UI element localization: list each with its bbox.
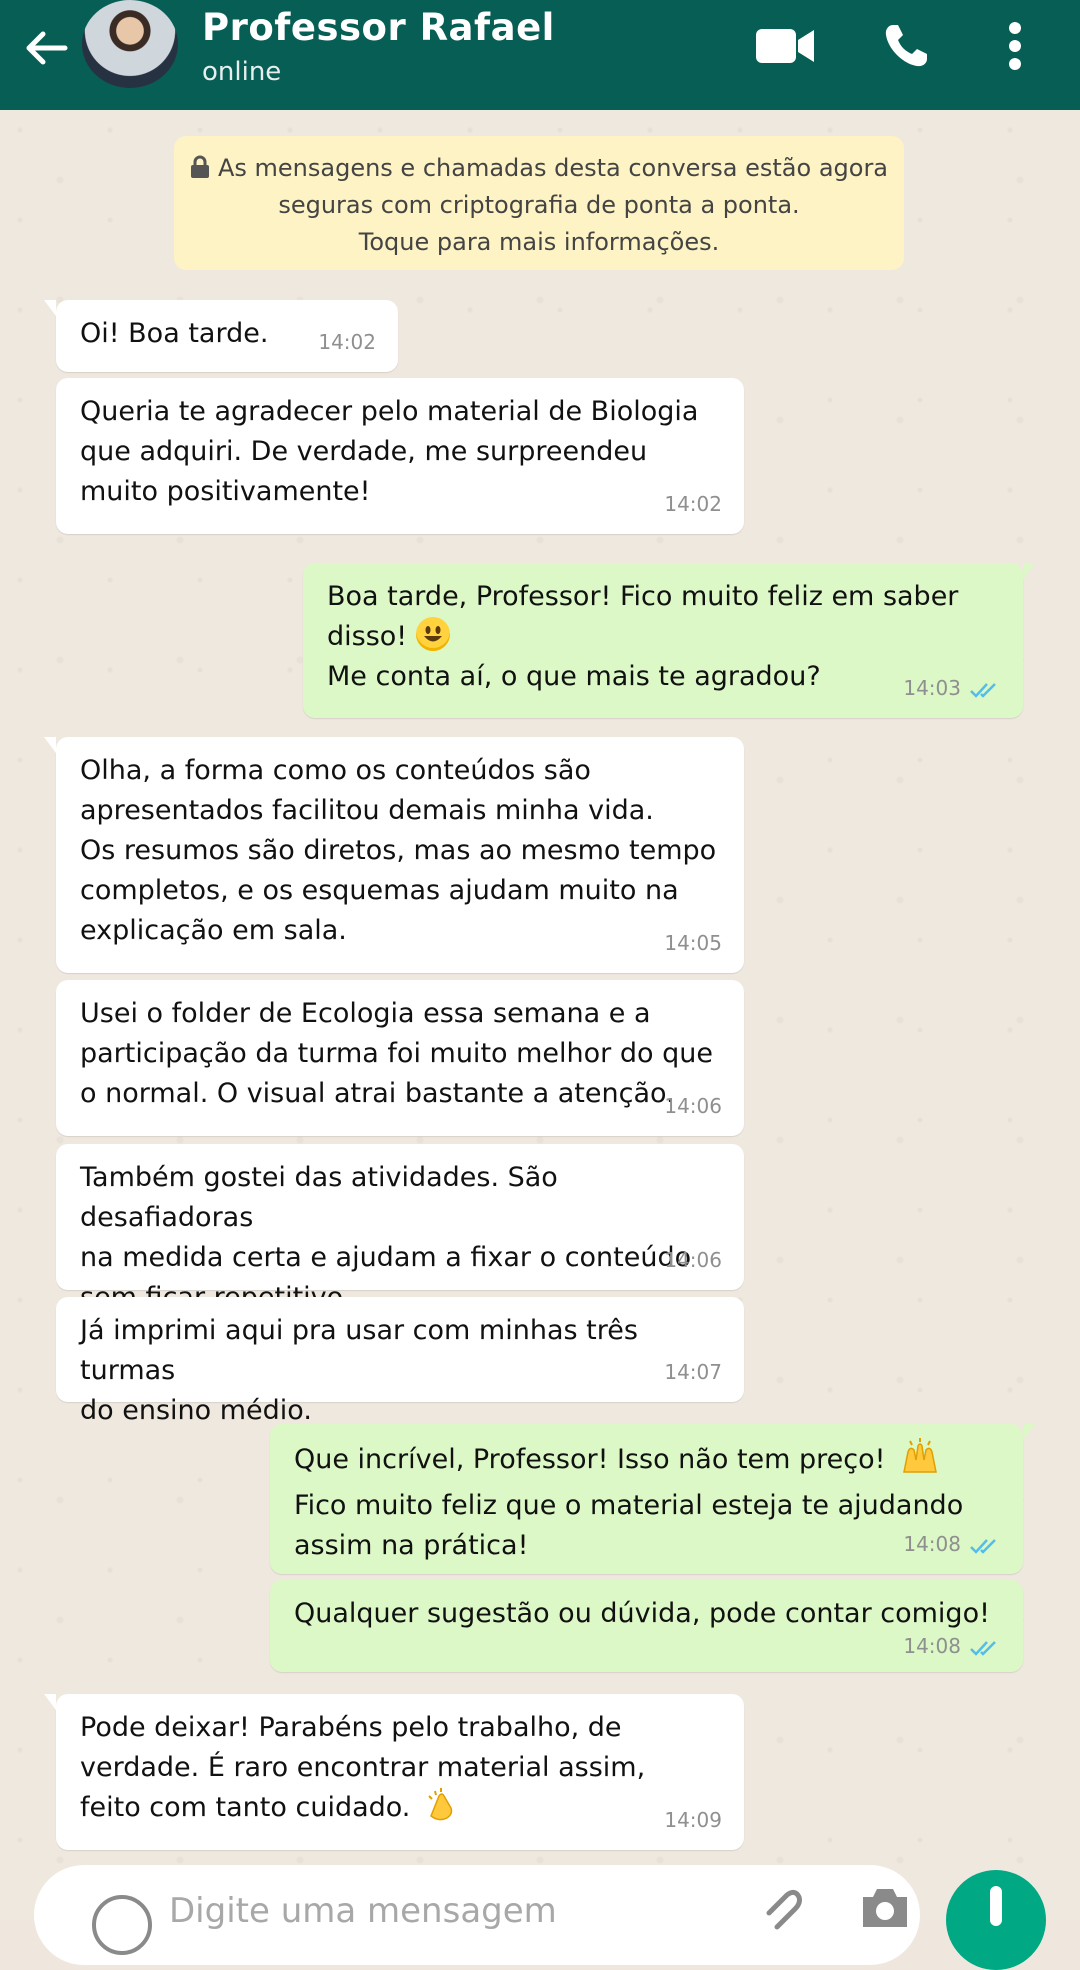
message-line: Que incrível, Professor! Isso não tem pr… bbox=[294, 1444, 886, 1475]
encryption-notice[interactable]: As mensagens e chamadas desta conversa e… bbox=[174, 136, 904, 270]
contact-name[interactable]: Professor Rafael bbox=[202, 6, 555, 49]
smiley-emoji-icon bbox=[415, 617, 450, 651]
notice-line-3: Toque para mais informações. bbox=[358, 228, 720, 256]
clapping-hands-emoji-icon bbox=[425, 1788, 459, 1834]
message-line: assim na prática! bbox=[294, 1530, 529, 1561]
message-time: 14:07 bbox=[664, 1360, 722, 1384]
message-line: Também gostei das atividades. São desafi… bbox=[80, 1162, 558, 1233]
avatar[interactable] bbox=[82, 0, 178, 88]
emoji-icon[interactable] bbox=[92, 1895, 152, 1955]
notice-line-1: As mensagens e chamadas desta conversa e… bbox=[217, 154, 889, 182]
chat-header: Professor Rafael online bbox=[0, 0, 1080, 110]
notice-line-2: seguras com criptografia de ponta a pont… bbox=[278, 191, 800, 219]
message-status: 14:08 bbox=[903, 1626, 1001, 1666]
more-vert-icon[interactable] bbox=[985, 16, 1045, 76]
message-incoming[interactable]: Queria te agradecer pelo material de Bio… bbox=[56, 378, 744, 534]
read-ticks-icon bbox=[970, 1640, 996, 1656]
message-time: 14:06 bbox=[664, 1248, 722, 1272]
read-ticks-icon bbox=[970, 682, 996, 698]
message-line: muito positivamente! bbox=[80, 476, 371, 507]
message-line: Usei o folder de Ecologia essa semana e … bbox=[80, 998, 651, 1029]
message-incoming[interactable]: Já imprimi aqui pra usar com minhas três… bbox=[56, 1297, 744, 1426]
message-incoming[interactable]: Também gostei das atividades. São desafi… bbox=[56, 1144, 744, 1313]
message-input[interactable]: Digite uma mensagem bbox=[34, 1865, 920, 1965]
message-time: 14:08 bbox=[903, 1634, 961, 1658]
message-line: o normal. O visual atrai bastante a aten… bbox=[80, 1078, 675, 1109]
message-line: Boa tarde, Professor! Fico muito feliz e… bbox=[327, 581, 959, 612]
message-line: na medida certa e ajudam a fixar o conte… bbox=[80, 1242, 692, 1273]
message-line: Pode deixar! Parabéns pelo trabalho, de bbox=[80, 1712, 622, 1743]
message-outgoing[interactable]: Que incrível, Professor! Isso não tem pr… bbox=[270, 1424, 1035, 1574]
message-time: 14:05 bbox=[664, 931, 722, 955]
message-status: 14:03 bbox=[903, 668, 1001, 708]
message-line: verdade. É raro encontrar material assim… bbox=[80, 1752, 646, 1783]
message-line: Qualquer sugestão ou dúvida, pode contar… bbox=[294, 1598, 990, 1629]
message-line: participação da turma foi muito melhor d… bbox=[80, 1038, 713, 1069]
attach-icon[interactable] bbox=[759, 1883, 803, 1947]
message-line: explicação em sala. bbox=[80, 915, 347, 946]
message-time: 14:09 bbox=[664, 1808, 722, 1832]
message-status: 14:08 bbox=[903, 1524, 1001, 1564]
message-line: que adquiri. De verdade, me surpreendeu bbox=[80, 436, 648, 467]
message-time: 14:03 bbox=[903, 676, 961, 700]
message-incoming[interactable]: Oi! Boa tarde. 14:02 bbox=[44, 300, 398, 372]
compose-bar: Digite uma mensagem bbox=[0, 1855, 1080, 1970]
message-time: 14:06 bbox=[664, 1094, 722, 1118]
message-line: completos, e os esquemas ajudam muito na bbox=[80, 875, 679, 906]
message-input-placeholder: Digite uma mensagem bbox=[169, 1891, 557, 1931]
message-time: 14:08 bbox=[903, 1532, 961, 1556]
back-arrow-icon[interactable] bbox=[18, 20, 74, 76]
read-ticks-icon bbox=[970, 1538, 996, 1554]
raised-hands-emoji-icon bbox=[900, 1438, 940, 1486]
camera-icon[interactable] bbox=[859, 1885, 911, 1933]
lock-icon bbox=[190, 155, 209, 178]
message-line: Os resumos são diretos, mas ao mesmo tem… bbox=[80, 835, 717, 866]
message-time: 14:02 bbox=[318, 330, 376, 354]
message-line: Fico muito feliz que o material esteja t… bbox=[294, 1490, 964, 1521]
video-call-icon[interactable] bbox=[755, 16, 815, 76]
message-incoming[interactable]: Pode deixar! Parabéns pelo trabalho, de … bbox=[44, 1694, 744, 1850]
message-incoming[interactable]: Usei o folder de Ecologia essa semana e … bbox=[56, 980, 744, 1136]
message-time: 14:02 bbox=[664, 492, 722, 516]
message-incoming[interactable]: Olha, a forma como os conteúdos são apre… bbox=[44, 737, 744, 973]
message-outgoing[interactable]: Boa tarde, Professor! Fico muito feliz e… bbox=[303, 563, 1035, 718]
message-outgoing[interactable]: Qualquer sugestão ou dúvida, pode contar… bbox=[270, 1580, 1023, 1672]
phone-icon[interactable] bbox=[876, 16, 936, 76]
mic-icon[interactable] bbox=[946, 1870, 1046, 1970]
message-line: Olha, a forma como os conteúdos são bbox=[80, 755, 591, 786]
message-line: apresentados facilitou demais minha vida… bbox=[80, 795, 654, 826]
contact-status: online bbox=[202, 57, 282, 87]
message-line: Queria te agradecer pelo material de Bio… bbox=[80, 396, 699, 427]
message-line: disso! bbox=[327, 621, 408, 652]
message-line: feito com tanto cuidado. bbox=[80, 1792, 411, 1823]
message-line: Me conta aí, o que mais te agradou? bbox=[327, 661, 821, 692]
message-line: Já imprimi aqui pra usar com minhas três… bbox=[80, 1315, 638, 1386]
